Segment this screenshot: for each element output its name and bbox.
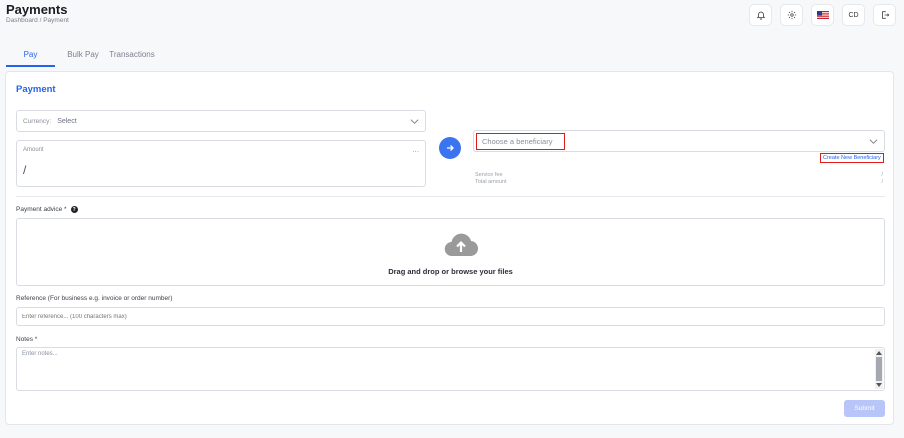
avatar[interactable]: CD (842, 4, 865, 26)
create-beneficiary-link[interactable]: Create New Beneficiary (820, 153, 884, 163)
notifications-button[interactable] (749, 4, 772, 26)
amount-label: Amount (23, 147, 44, 153)
chevron-down-icon (869, 139, 878, 144)
submit-button[interactable]: Submit (844, 400, 885, 417)
chevron-down-icon (410, 119, 419, 124)
service-fee-value: / (881, 172, 883, 178)
service-fee-label: Service fee (475, 172, 503, 178)
language-button[interactable] (811, 4, 834, 26)
notes-scrollbar[interactable] (875, 349, 883, 389)
tab-bulk-pay[interactable]: Bulk Pay (63, 44, 103, 67)
arrow-right-icon (447, 145, 454, 151)
notes-textarea[interactable]: Enter notes... (16, 347, 885, 391)
amount-value: / (23, 163, 27, 177)
tab-pay[interactable]: Pay (6, 44, 55, 67)
amount-more-icon: ... (412, 145, 419, 154)
logout-button[interactable] (873, 4, 896, 26)
tab-transactions[interactable]: Transactions (103, 44, 161, 67)
page-title: Payments (6, 2, 68, 17)
reference-label: Reference (For business e.g. invoice or … (16, 295, 173, 302)
reference-input[interactable] (16, 307, 885, 326)
dropzone-text: Drag and drop or browse your files (388, 267, 513, 276)
currency-value: Select (57, 117, 77, 125)
scroll-down-icon[interactable] (876, 383, 882, 387)
notes-label: Notes * (16, 336, 38, 343)
logout-icon (881, 11, 889, 19)
currency-select[interactable]: Currency: Select (16, 110, 426, 132)
tab-bar: Pay Bulk Pay Transactions (6, 44, 161, 67)
breadcrumb: Dashboard / Payment (6, 17, 69, 24)
beneficiary-placeholder: Choose a beneficiary (476, 133, 565, 150)
currency-label: Currency: (23, 117, 52, 125)
topbar: CD (749, 4, 896, 26)
help-icon[interactable]: ? (70, 206, 78, 213)
payment-advice-text: Payment advice * (16, 206, 67, 213)
bell-icon (756, 11, 765, 20)
card-title: Payment (16, 84, 56, 95)
settings-button[interactable] (780, 4, 803, 26)
scroll-thumb[interactable] (876, 357, 882, 381)
total-amount-value: / (881, 179, 883, 185)
us-flag-icon (816, 11, 829, 19)
notes-placeholder: Enter notes... (22, 351, 58, 357)
beneficiary-select[interactable]: Choose a beneficiary (473, 130, 885, 152)
scroll-up-icon[interactable] (876, 351, 882, 355)
next-button[interactable] (439, 137, 461, 159)
file-dropzone[interactable]: Drag and drop or browse your files (16, 218, 885, 286)
cloud-upload-icon (444, 233, 478, 257)
total-amount-label: Total amount (475, 179, 507, 185)
divider (16, 196, 885, 197)
payment-card: Payment Currency: Select Amount ... / Ch… (5, 71, 894, 425)
amount-field[interactable]: Amount ... / (16, 140, 426, 187)
gear-icon (787, 10, 796, 20)
payment-advice-label: Payment advice * ? (16, 206, 78, 213)
